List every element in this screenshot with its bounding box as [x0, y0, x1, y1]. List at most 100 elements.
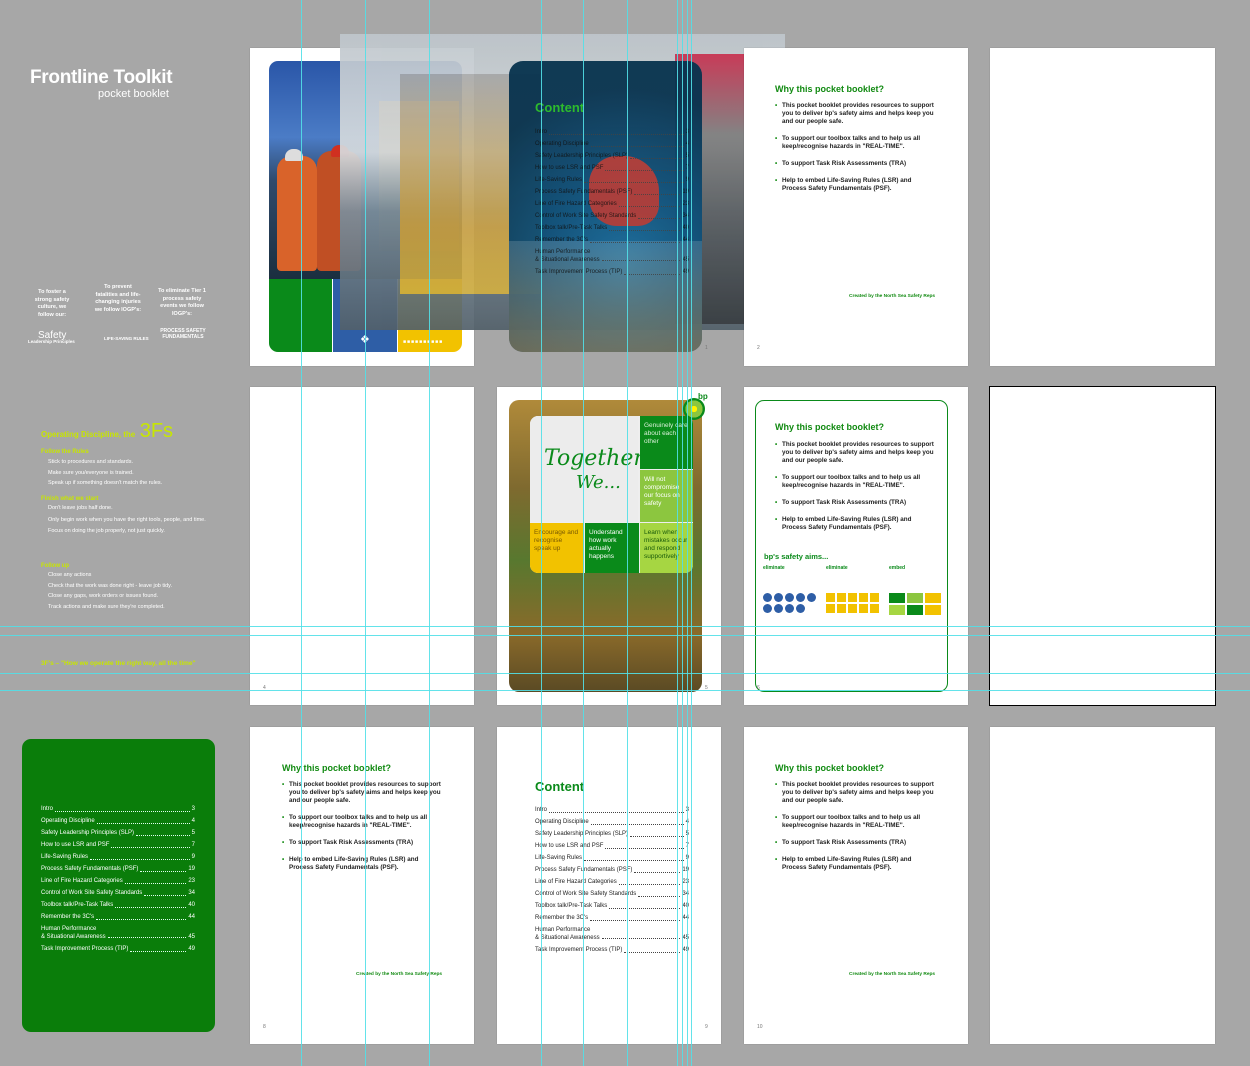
- dots-icon: ■■■■■■■■■■: [403, 339, 444, 345]
- why-bullet: Help to embed Life-Saving Rules (LSR) an…: [775, 856, 935, 872]
- credit-line: Created by the North Sea Safety Reps: [849, 294, 936, 299]
- toc-row[interactable]: Task Improvement Process (TIP) 49: [535, 944, 689, 956]
- ops-item: Speak up if something doesn't match the …: [48, 480, 163, 486]
- toc-label: How to use LSR and PSF: [535, 165, 604, 171]
- toc-label: Life-Saving Rules: [41, 854, 89, 860]
- toc-page: 45: [188, 934, 195, 940]
- guide-vertical[interactable]: [541, 0, 542, 1066]
- toc-row[interactable]: Life-Saving Rules 9: [41, 851, 195, 863]
- toc-row[interactable]: Line of Fire Hazard Categories 23: [535, 876, 689, 888]
- guide-vertical[interactable]: [687, 0, 688, 1066]
- guide-horizontal[interactable]: [0, 690, 1250, 691]
- toc-row[interactable]: Process Safety Fundamentals (PSF) 19: [535, 186, 689, 198]
- toc-label: Control of Work Site Safety Standards: [535, 891, 637, 897]
- guide-vertical[interactable]: [691, 0, 692, 1066]
- toc-row[interactable]: Line of Fire Hazard Categories 23: [535, 198, 689, 210]
- toc-row[interactable]: Operating Discipline4: [535, 138, 689, 150]
- toc-row[interactable]: Control of Work Site Safety Standards 34: [41, 887, 195, 899]
- toc-row[interactable]: Operating Discipline4: [41, 815, 195, 827]
- toc-row[interactable]: Safety Leadership Principles (SLP)5: [535, 828, 689, 840]
- toc-row[interactable]: Line of Fire Hazard Categories 23: [41, 875, 195, 887]
- toc-row[interactable]: Safety Leadership Principles (SLP)5: [535, 150, 689, 162]
- toc-row[interactable]: How to use LSR and PSF7: [535, 162, 689, 174]
- together-tile: Understand how work actually happens: [585, 523, 639, 573]
- why-bullets: This pocket booklet provides resources t…: [282, 781, 442, 881]
- guide-vertical[interactable]: [583, 0, 584, 1066]
- toc-row[interactable]: Task Improvement Process (TIP) 49: [535, 266, 689, 278]
- why-bullet: To support our toolbox talks and to help…: [775, 814, 935, 830]
- toc-label: Life-Saving Rules: [535, 855, 583, 861]
- ops-item: Check that the work was done right - lea…: [48, 582, 173, 589]
- toc-row[interactable]: Remember the 3C's 44: [41, 911, 195, 923]
- toc-row[interactable]: Control of Work Site Safety Standards 34: [535, 888, 689, 900]
- toc-row[interactable]: How to use LSR and PSF7: [41, 839, 195, 851]
- toc-row[interactable]: Remember the 3C's 44: [535, 912, 689, 924]
- toc-label: Task Improvement Process (TIP): [41, 946, 129, 952]
- page-10[interactable]: [744, 727, 968, 1044]
- why-bullet: To support Task Risk Assessments (TRA): [282, 839, 442, 847]
- toc-label: Toolbox talk/Pre-Task Talks: [41, 902, 114, 908]
- why-bullet: To support Task Risk Assessments (TRA): [775, 839, 935, 847]
- page-8[interactable]: [250, 727, 474, 1044]
- ops-footer: 3F's – "How we operate the right way, al…: [41, 660, 196, 667]
- page-11-blank[interactable]: [990, 727, 1215, 1044]
- lsr-logo-text: LIFE-SAVING RULES: [104, 336, 149, 341]
- toc-row[interactable]: Operating Discipline4: [535, 816, 689, 828]
- toc-label: How to use LSR and PSF: [535, 843, 604, 849]
- toc-row[interactable]: Intro3: [535, 126, 689, 138]
- toc-label: Line of Fire Hazard Categories: [41, 878, 123, 884]
- aims-col-label: eliminate: [826, 565, 848, 571]
- page-3-blank[interactable]: [990, 48, 1215, 366]
- toc-row[interactable]: Human Performance & Situational Awarenes…: [535, 926, 689, 942]
- why-bullet: To support Task Risk Assessments (TRA): [775, 499, 935, 507]
- toc-label: Safety Leadership Principles (SLP): [535, 153, 629, 159]
- toc-row[interactable]: Toolbox talk/Pre-Task Talks 40: [535, 900, 689, 912]
- toc-page: 5: [191, 830, 195, 836]
- toc-row[interactable]: Life-Saving Rules9: [535, 852, 689, 864]
- why-bullets: This pocket booklet provides resources t…: [775, 102, 935, 202]
- guide-vertical[interactable]: [677, 0, 678, 1066]
- credit-line: Created by the North Sea Safety Reps: [849, 972, 936, 977]
- toc-row[interactable]: Control of Work Site Safety Standards 34: [535, 210, 689, 222]
- guide-vertical[interactable]: [627, 0, 628, 1066]
- guide-vertical[interactable]: [301, 0, 302, 1066]
- toc-row[interactable]: Task Improvement Process (TIP) 49: [41, 943, 195, 955]
- toc-row[interactable]: Process Safety Fundamentals (PSF) 19: [535, 864, 689, 876]
- toc-page: 3: [191, 806, 195, 812]
- toc-row[interactable]: Human Performance & Situational Awarenes…: [41, 925, 195, 941]
- green-toc: Intro 3 Operating Discipline 4 Safety Lead…: [41, 803, 195, 955]
- why-bullet: This pocket booklet provides resources t…: [775, 441, 935, 465]
- toc-page: 9: [191, 854, 195, 860]
- toc-row[interactable]: Toolbox talk/Pre-Task Talks 40: [41, 899, 195, 911]
- guide-horizontal[interactable]: [0, 626, 1250, 627]
- ops-item: Close any actions: [48, 572, 92, 578]
- toc-row[interactable]: Intro3: [535, 804, 689, 816]
- toc-row[interactable]: Intro 3: [41, 803, 195, 815]
- ops-item: Close any gaps, work orders or issues fo…: [48, 593, 159, 599]
- guide-vertical[interactable]: [365, 0, 366, 1066]
- toc-row[interactable]: Process Safety Fundamentals (PSF) 19: [41, 863, 195, 875]
- toc-row[interactable]: Remember the 3C's 44: [535, 234, 689, 246]
- toc-row[interactable]: Human Performance & Situational Awarenes…: [535, 248, 689, 264]
- page-2[interactable]: [744, 48, 968, 366]
- toc-label: Intro: [41, 806, 54, 812]
- toc-row[interactable]: Toolbox talk/Pre-Task Talks 40: [535, 222, 689, 234]
- toc-label: Life-Saving Rules: [535, 177, 583, 183]
- ops-section: Follow the Rules Stick to procedures and…: [41, 449, 206, 489]
- guide-horizontal[interactable]: [0, 673, 1250, 674]
- ops-section: Finish what we start Don't leave jobs ha…: [41, 496, 206, 536]
- toc-row[interactable]: Safety Leadership Principles (SLP)5: [41, 827, 195, 839]
- page1-toc: Intro3 Operating Discipline4 Safety Lead…: [535, 126, 689, 278]
- toc-row[interactable]: How to use LSR and PSF7: [535, 840, 689, 852]
- page-4[interactable]: [250, 387, 474, 705]
- guide-horizontal[interactable]: [0, 635, 1250, 636]
- aims-title: bp's safety aims...: [764, 552, 829, 561]
- guide-vertical[interactable]: [682, 0, 683, 1066]
- toc-label: How to use LSR and PSF: [41, 842, 110, 848]
- toc-row[interactable]: Life-Saving Rules9: [535, 174, 689, 186]
- toc-label: Operating Discipline: [535, 141, 589, 147]
- page-7-blank[interactable]: [989, 386, 1216, 706]
- toc-label: Human Performance & Situational Awarenes…: [535, 249, 600, 263]
- why-title: Why this pocket booklet?: [282, 763, 392, 773]
- guide-vertical[interactable]: [429, 0, 430, 1066]
